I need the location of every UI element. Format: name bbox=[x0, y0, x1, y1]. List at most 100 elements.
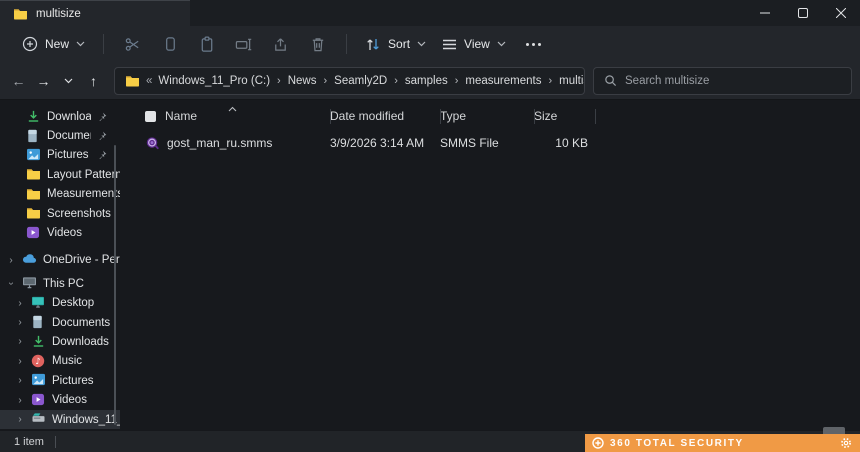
column-resize-handle[interactable] bbox=[330, 109, 331, 124]
sidebar-item-screenshots[interactable]: Screenshots bbox=[0, 204, 120, 223]
address-row: ← → ↑ « Windows_11_Pro (C:) › News › Sea… bbox=[0, 62, 860, 100]
sidebar-item-label: Windows_11_Pro bbox=[52, 414, 120, 426]
downloads-icon bbox=[31, 334, 46, 349]
window-controls bbox=[746, 0, 860, 26]
chevron-right-icon[interactable]: › bbox=[15, 356, 25, 367]
breadcrumb[interactable]: « Windows_11_Pro (C:) › News › Seamly2D … bbox=[114, 67, 585, 95]
chevron-right-icon[interactable]: › bbox=[15, 317, 25, 328]
search-box[interactable] bbox=[593, 67, 852, 95]
sidebar-item-downloads[interactable]: Downloads bbox=[0, 107, 120, 126]
drive-icon bbox=[31, 412, 46, 427]
forward-button[interactable]: → bbox=[31, 68, 56, 94]
column-header-size[interactable]: Size bbox=[534, 109, 595, 123]
sidebar-item-label: Measurements bbox=[47, 188, 120, 200]
body: Downloads Documents Pictures Layout Patt… bbox=[0, 100, 860, 430]
breadcrumb-separator[interactable]: › bbox=[454, 75, 460, 87]
folder-icon bbox=[26, 167, 41, 182]
sidebar-item-label: This PC bbox=[43, 278, 120, 290]
new-button[interactable]: New bbox=[14, 31, 93, 57]
rename-icon bbox=[235, 36, 252, 53]
chevron-down-icon bbox=[417, 41, 426, 47]
column-resize-handle[interactable] bbox=[595, 109, 596, 124]
sidebar-item-this-pc[interactable]: › This PC bbox=[0, 274, 120, 293]
column-label: Date modified bbox=[330, 109, 404, 123]
column-resize-handle[interactable] bbox=[440, 109, 441, 124]
delete-button[interactable] bbox=[299, 30, 336, 58]
sidebar-item-documents[interactable]: Documents bbox=[0, 126, 120, 145]
breadcrumb-segment[interactable]: measurements bbox=[465, 75, 541, 87]
delete-icon bbox=[310, 36, 326, 53]
back-button[interactable]: ← bbox=[6, 68, 31, 94]
sidebar-item-onedrive[interactable]: › OneDrive - Person bbox=[0, 251, 120, 270]
column-headers: Name Date modified Type Size bbox=[125, 103, 860, 129]
sidebar-item-windows-11-pro[interactable]: › Windows_11_Pro bbox=[0, 410, 120, 429]
column-header-type[interactable]: Type bbox=[440, 109, 534, 123]
titlebar[interactable]: multisize bbox=[0, 0, 860, 26]
chevron-right-icon[interactable]: › bbox=[6, 255, 16, 266]
sidebar-item-pictures[interactable]: › Pictures bbox=[0, 371, 120, 390]
sidebar-item-measurements[interactable]: Measurements bbox=[0, 185, 120, 204]
rename-button[interactable] bbox=[225, 30, 262, 58]
file-type: SMMS File bbox=[440, 136, 534, 150]
column-header-date-modified[interactable]: Date modified bbox=[330, 109, 440, 123]
downloads-icon bbox=[26, 109, 41, 124]
breadcrumb-segment[interactable]: Seamly2D bbox=[334, 75, 387, 87]
share-icon bbox=[272, 36, 289, 53]
sidebar-item-videos[interactable]: › Videos bbox=[0, 390, 120, 409]
maximize-button[interactable] bbox=[784, 0, 822, 26]
breadcrumb-separator[interactable]: › bbox=[547, 75, 553, 87]
plus-circle-icon bbox=[22, 36, 38, 52]
breadcrumb-segment[interactable]: multisize bbox=[559, 75, 585, 87]
sidebar-item-music[interactable]: › ♪ Music bbox=[0, 352, 120, 371]
recent-locations-button[interactable] bbox=[56, 68, 81, 94]
breadcrumb-separator[interactable]: › bbox=[276, 75, 282, 87]
sidebar-item-desktop[interactable]: › Desktop bbox=[0, 294, 120, 313]
breadcrumb-segment[interactable]: News bbox=[288, 75, 317, 87]
chevron-right-icon[interactable]: › bbox=[15, 298, 25, 309]
more-options-button[interactable] bbox=[514, 43, 553, 46]
chevron-right-icon[interactable]: › bbox=[15, 336, 25, 347]
copy-button[interactable] bbox=[151, 30, 188, 58]
column-header-name[interactable]: Name bbox=[125, 109, 330, 123]
minimize-button[interactable] bbox=[746, 0, 784, 26]
banner-handle[interactable] bbox=[823, 427, 845, 434]
sidebar: Downloads Documents Pictures Layout Patt… bbox=[0, 100, 120, 430]
breadcrumb-separator[interactable]: › bbox=[322, 75, 328, 87]
chevron-right-icon[interactable]: › bbox=[15, 414, 25, 425]
breadcrumb-segment[interactable]: samples bbox=[405, 75, 448, 87]
breadcrumb-separator[interactable]: › bbox=[393, 75, 399, 87]
sidebar-item-downloads[interactable]: › Downloads bbox=[0, 332, 120, 351]
sidebar-item-label: Downloads bbox=[47, 111, 91, 123]
gear-icon[interactable] bbox=[840, 437, 852, 449]
select-all-checkbox[interactable] bbox=[145, 111, 156, 122]
breadcrumb-overflow[interactable]: « bbox=[146, 75, 152, 87]
share-button[interactable] bbox=[262, 30, 299, 58]
search-input[interactable] bbox=[625, 75, 841, 87]
sidebar-item-layout-patterns[interactable]: Layout Patterns bbox=[0, 165, 120, 184]
chevron-right-icon[interactable]: › bbox=[15, 375, 25, 386]
paste-icon bbox=[199, 36, 215, 53]
sidebar-item-label: Screenshots bbox=[47, 208, 120, 220]
file-row[interactable]: gost_man_ru.smms 3/9/2026 3:14 AM SMMS F… bbox=[125, 131, 860, 155]
chevron-down-icon[interactable]: › bbox=[6, 279, 17, 289]
breadcrumb-segment[interactable]: Windows_11_Pro (C:) bbox=[158, 75, 270, 87]
sidebar-item-documents[interactable]: › Documents bbox=[0, 313, 120, 332]
banner-brand-text: 360 TOTAL SECURITY bbox=[610, 438, 834, 449]
sidebar-scrollbar[interactable] bbox=[114, 145, 116, 425]
sort-button[interactable]: Sort bbox=[357, 32, 434, 57]
sidebar-item-videos[interactable]: Videos bbox=[0, 223, 120, 242]
close-button[interactable] bbox=[822, 0, 860, 26]
chevron-right-icon[interactable]: › bbox=[15, 395, 25, 406]
sidebar-item-label: Desktop bbox=[52, 297, 120, 309]
security-banner[interactable]: 360 TOTAL SECURITY bbox=[585, 434, 860, 452]
paste-button[interactable] bbox=[188, 30, 225, 58]
column-resize-handle[interactable] bbox=[534, 109, 535, 124]
explorer-tab[interactable]: multisize bbox=[0, 0, 190, 26]
this-pc-icon bbox=[22, 276, 37, 291]
up-button[interactable]: ↑ bbox=[81, 68, 106, 94]
sidebar-item-pictures[interactable]: Pictures bbox=[0, 146, 120, 165]
file-name: gost_man_ru.smms bbox=[167, 136, 272, 150]
cut-button[interactable] bbox=[114, 30, 151, 58]
view-button[interactable]: View bbox=[434, 32, 514, 56]
view-icon bbox=[442, 38, 457, 51]
